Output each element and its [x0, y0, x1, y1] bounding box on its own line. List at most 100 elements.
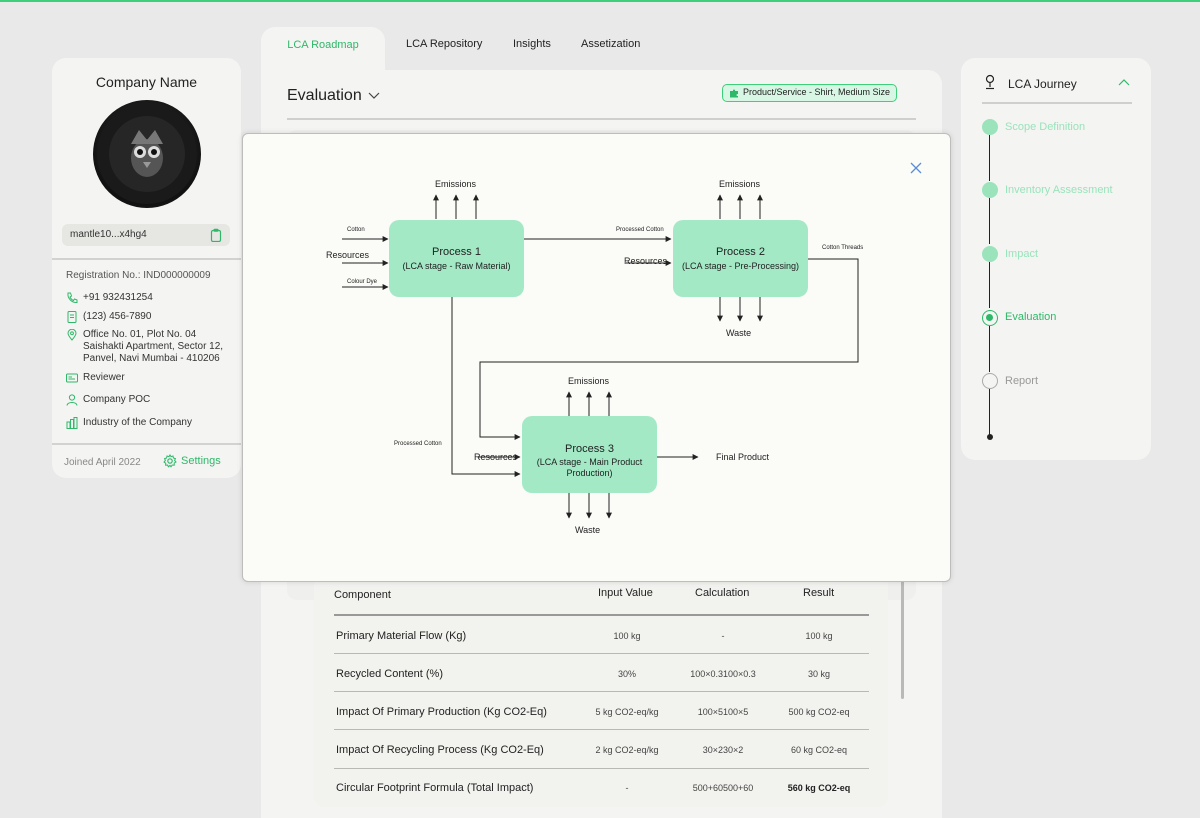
header-divider	[334, 614, 869, 616]
step-impact[interactable]: Impact	[1005, 248, 1038, 260]
table-row-label: Primary Material Flow (Kg)	[336, 630, 467, 642]
reviewer-text: Reviewer	[83, 372, 125, 383]
table-row-label: Recycled Content (%)	[336, 668, 443, 680]
main-divider	[287, 118, 916, 120]
wallet-address-text: mantle10...x4hg4	[70, 229, 147, 240]
table-cell: 500+60500+60	[692, 783, 754, 793]
reviewer-row: Reviewer	[66, 372, 125, 384]
step-dot-report[interactable]	[982, 373, 998, 389]
cotton-threads-label: Cotton Threads	[822, 245, 864, 251]
stage-dropdown[interactable]: Evaluation	[287, 87, 380, 105]
registration-number: Registration No.: IND000000009	[66, 270, 211, 282]
phone-text: +91 932431254	[83, 292, 153, 303]
address-text: Office No. 01, Plot No. 04 Saishakti Apa…	[83, 329, 224, 364]
processed-cotton-label-top: Processed Cotton	[616, 227, 664, 233]
table-cell: 100×0.3100×0.3	[690, 669, 756, 679]
table-cell: -	[721, 631, 725, 641]
location-pin-icon	[67, 329, 77, 341]
chevron-up-icon[interactable]	[1118, 78, 1130, 86]
table-row-divider	[334, 691, 869, 692]
p2-emissions-label: Emissions	[719, 179, 761, 189]
product-badge-text: Product/Service - Shirt, Medium Size	[743, 87, 891, 97]
p1-resources-label: Resources	[326, 250, 370, 260]
final-product-label: Final Product	[716, 452, 770, 462]
card-divider	[52, 258, 241, 260]
table-cell: 560 kg CO2-eq	[787, 783, 851, 793]
step-evaluation[interactable]: Evaluation	[1005, 311, 1056, 323]
table-cell: 5 kg CO2-eq/kg	[595, 707, 659, 717]
card-divider-bottom	[52, 443, 241, 445]
process-3-node[interactable]: Process 3 (LCA stage - Main Product Prod…	[522, 416, 657, 493]
phone-row: +91 932431254	[66, 292, 153, 304]
processed-cotton-label-bottom: Processed Cotton	[394, 441, 442, 447]
table-cell: 60 kg CO2-eq	[790, 745, 848, 755]
building-icon	[66, 417, 78, 429]
industry-text: Industry of the Company	[83, 417, 192, 428]
registration-text: Registration No.: IND000000009	[66, 270, 211, 281]
journey-end-dot	[987, 434, 993, 440]
table-cell: 2 kg CO2-eq/kg	[595, 745, 659, 755]
process-1-title: Process 1	[432, 246, 481, 258]
page-title: Evaluation	[287, 87, 362, 104]
user-icon	[66, 394, 78, 406]
wallet-address[interactable]: mantle10...x4hg4	[62, 224, 230, 246]
step-inventory-assessment[interactable]: Inventory Assessment	[1005, 184, 1113, 196]
step-dot-evaluation[interactable]	[982, 310, 998, 326]
process-2-node[interactable]: Process 2 (LCA stage - Pre-Processing)	[673, 220, 808, 297]
tab-lca-roadmap[interactable]: LCA Roadmap	[261, 27, 385, 77]
table-cell: 30%	[617, 669, 636, 679]
table-row-label: Circular Footprint Formula (Total Impact…	[336, 782, 534, 794]
chevron-down-icon	[368, 92, 380, 99]
table-cell: -	[625, 783, 629, 793]
step-scope-definition[interactable]: Scope Definition	[1005, 121, 1085, 133]
puzzle-icon	[730, 89, 738, 98]
joined-date: Joined April 2022	[64, 457, 141, 468]
company-card: Company Name mantle10...x4hg4 Registrati…	[52, 58, 241, 478]
address-row: Office No. 01, Plot No. 04 Saishakti Apa…	[66, 329, 223, 365]
p3-emissions-label: Emissions	[568, 376, 610, 386]
process-3-stage: (LCA stage - Main Product Production)	[536, 457, 643, 478]
table-cell: 100 kg	[805, 631, 833, 641]
colour-dye-label: Colour Dye	[347, 279, 378, 285]
step-report[interactable]: Report	[1005, 375, 1038, 387]
settings-button[interactable]: Settings	[163, 454, 221, 468]
table-row-divider	[334, 653, 869, 654]
step-connector	[989, 326, 990, 372]
p2-waste-label: Waste	[726, 328, 752, 338]
journey-title: LCA Journey	[1008, 77, 1077, 91]
process-1-stage: (LCA stage - Raw Material)	[402, 261, 511, 271]
table-row-divider	[334, 729, 869, 730]
top-accent-line	[0, 0, 1200, 2]
col-header-result: Result	[803, 587, 835, 599]
tab-insights[interactable]: Insights	[513, 38, 551, 50]
step-dot-inventory[interactable]	[982, 182, 998, 198]
lca-flow-diagram	[342, 194, 859, 519]
journey-divider	[982, 102, 1132, 104]
tab-lca-repository[interactable]: LCA Repository	[406, 38, 482, 50]
fax-text: (123) 456-7890	[83, 311, 152, 322]
table-cell: 100 kg	[613, 631, 641, 641]
table-row-label: Impact Of Primary Production (Kg CO2-Eq)	[336, 706, 547, 718]
poc-text: Company POC	[83, 394, 151, 405]
settings-label: Settings	[181, 455, 221, 467]
phone-icon	[67, 292, 78, 304]
company-name: Company Name	[95, 74, 198, 90]
step-connector	[989, 135, 990, 181]
gear-icon	[163, 454, 177, 468]
process-2-title: Process 2	[716, 246, 765, 258]
map-pin-icon	[985, 74, 995, 90]
step-dot-impact[interactable]	[982, 246, 998, 262]
table-cell: 30×230×2	[702, 745, 744, 755]
p3-resources-label: Resources	[474, 452, 518, 462]
process-1-node[interactable]: Process 1 (LCA stage - Raw Material)	[389, 220, 524, 297]
p2-resources-label: Resources	[624, 256, 668, 266]
step-connector	[989, 198, 990, 244]
scrollbar[interactable]	[901, 575, 904, 699]
table-row-divider	[334, 768, 869, 769]
tab-assetization[interactable]: Assetization	[581, 38, 640, 50]
copy-icon[interactable]	[210, 228, 222, 242]
step-dot-scope[interactable]	[982, 119, 998, 135]
table-cell: 500 kg CO2-eq	[788, 707, 850, 717]
id-card-icon	[66, 373, 78, 383]
step-connector	[989, 389, 990, 435]
